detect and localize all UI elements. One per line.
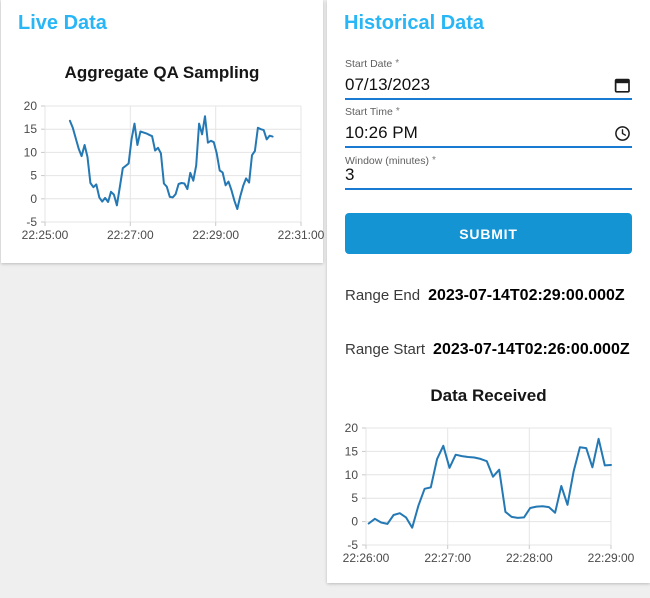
window-minutes-input[interactable]: 3 [345, 165, 354, 185]
historical-chart-svg: 20 15 10 5 0 -522:26:00 22:27:00 22:28:00 22:29:… [343, 421, 635, 565]
start-time-input[interactable]: 10:26 PM [345, 123, 418, 143]
range-end-label: Range End [345, 287, 421, 304]
live-chart-title: Aggregate QA Sampling [64, 63, 260, 82]
svg-text:0: 0 [30, 192, 37, 206]
required-asterisk: * [395, 58, 400, 69]
start-date-label-text: Start Date [345, 58, 393, 70]
range-start-label: Range Start [345, 341, 426, 358]
start-date-input[interactable]: 07/13/2023 [345, 75, 430, 95]
svg-text:22:27:00: 22:27:00 [107, 228, 154, 242]
svg-text:22:26:00: 22:26:00 [343, 551, 390, 565]
svg-text:20: 20 [345, 421, 359, 435]
svg-text:-5: -5 [347, 538, 358, 552]
svg-text:0: 0 [351, 515, 358, 529]
required-asterisk: * [432, 155, 436, 166]
svg-text:22:31:00: 22:31:00 [278, 228, 325, 242]
window-minutes-label: Window (minutes) * [345, 155, 436, 167]
svg-text:20: 20 [24, 99, 38, 113]
range-start-value: 2023-07-14T02:26:00.000Z [433, 341, 630, 358]
start-time-label: Start Time * [345, 106, 400, 118]
svg-text:15: 15 [345, 444, 359, 458]
clock-icon[interactable] [614, 125, 631, 142]
live-chart-svg: 20 15 10 5 0 -522:25:00 22:27:00 22:29:00 22:31:… [22, 99, 325, 242]
window-minutes-label-text: Window (minutes) [345, 155, 430, 167]
svg-text:-5: -5 [26, 215, 37, 229]
live-data-panel: Live Data Aggregate QA Sampling 20 15 10 5 0… [1, 0, 325, 263]
svg-text:22:29:00: 22:29:00 [588, 551, 635, 565]
start-time-field: Start Time * 10:26 PM [345, 106, 632, 148]
submit-button[interactable]: SUBMIT [345, 213, 632, 254]
svg-text:5: 5 [30, 169, 37, 183]
live-panel-title: Live Data [18, 12, 107, 34]
range-end-row: Range End 2023-07-14T02:29:00.000Z [345, 287, 625, 305]
historical-data-panel: Historical Data Start Date * 07/13/2023 S… [327, 0, 650, 583]
window-minutes-field: Window (minutes) * 3 [345, 155, 632, 190]
svg-text:5: 5 [351, 491, 358, 505]
svg-text:22:29:00: 22:29:00 [192, 228, 239, 242]
range-end-value: 2023-07-14T02:29:00.000Z [428, 287, 625, 304]
start-time-label-text: Start Time [345, 106, 393, 118]
calendar-icon[interactable] [614, 77, 631, 94]
svg-text:22:27:00: 22:27:00 [424, 551, 471, 565]
svg-text:10: 10 [345, 468, 359, 482]
range-start-row: Range Start 2023-07-14T02:26:00.000Z [345, 341, 630, 359]
start-date-label: Start Date * [345, 58, 399, 70]
historical-panel-title: Historical Data [344, 12, 485, 34]
start-date-field: Start Date * 07/13/2023 [345, 58, 632, 100]
svg-text:22:25:00: 22:25:00 [22, 228, 69, 242]
required-asterisk: * [395, 106, 400, 117]
svg-text:10: 10 [24, 145, 38, 159]
svg-text:15: 15 [24, 122, 38, 136]
svg-text:22:28:00: 22:28:00 [506, 551, 553, 565]
